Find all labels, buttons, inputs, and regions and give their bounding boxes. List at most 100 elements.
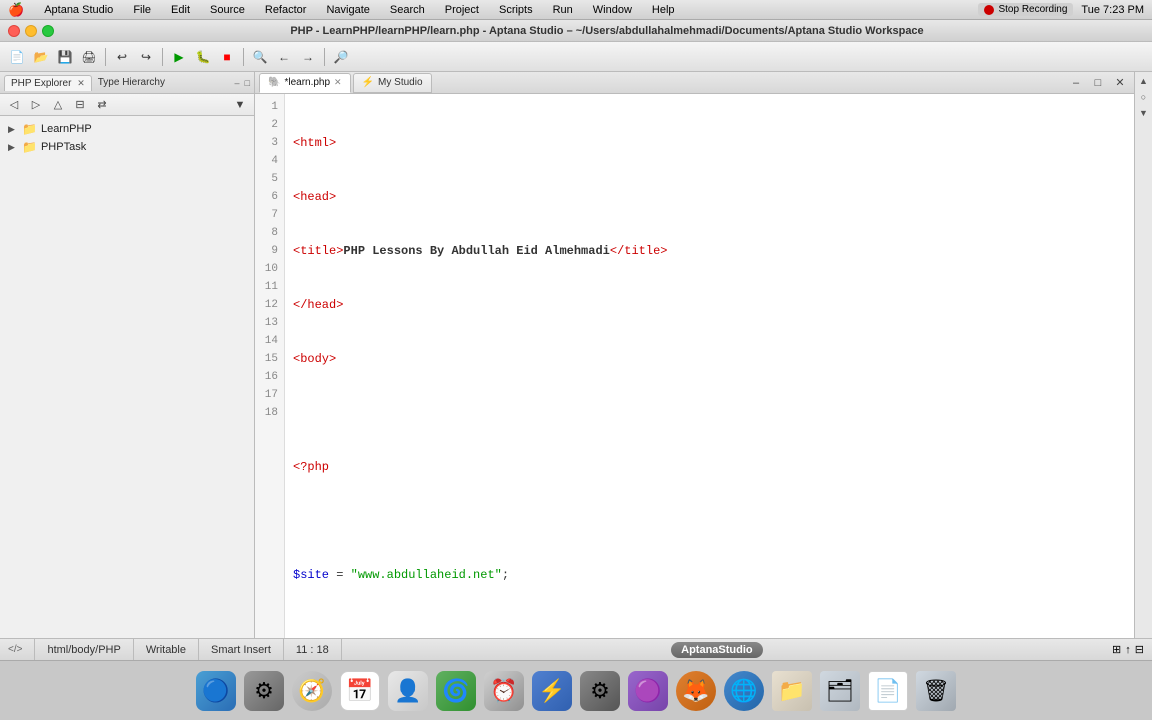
dock-firefox[interactable]: 🦊 (674, 669, 718, 713)
dock-gear-settings[interactable]: ⚙ (578, 669, 622, 713)
back-btn[interactable]: ← (273, 46, 295, 68)
dock-stack[interactable]: 🗂 (818, 669, 862, 713)
status-writable: Writable (134, 639, 199, 660)
code-line-9: $site = "www.abdullaheid.net"; (293, 566, 1126, 584)
tab-type-hierarchy[interactable]: Type Hierarchy (92, 75, 171, 90)
window-controls (0, 25, 62, 37)
dock-files[interactable]: 📁 (770, 669, 814, 713)
tab-learn-php-close[interactable]: ✕ (334, 77, 342, 88)
status-path: html/body/PHP (35, 639, 133, 660)
folder-icon-phptask: 📁 (22, 140, 37, 154)
back-history-btn[interactable]: ◁ (4, 95, 24, 115)
right-panel-btn-2[interactable]: ○ (1137, 92, 1151, 106)
dock-trash[interactable]: 🗑 (914, 669, 958, 713)
menu-search[interactable]: Search (386, 4, 429, 16)
editor-max-btn[interactable]: □ (1088, 73, 1108, 93)
folder-icon-learnphp: 📁 (22, 122, 37, 136)
dock-globe[interactable]: 🌐 (722, 669, 766, 713)
menu-window[interactable]: Window (589, 4, 636, 16)
menu-project[interactable]: Project (441, 4, 483, 16)
stop-recording-btn[interactable]: Stop Recording (978, 3, 1073, 16)
new-dropdown-btn[interactable]: ▼ (230, 95, 250, 115)
fwd-history-btn[interactable]: ▷ (26, 95, 46, 115)
dock-safari-2[interactable]: 🧭 (290, 669, 334, 713)
recording-dot (984, 5, 994, 15)
menu-source[interactable]: Source (206, 4, 249, 16)
sidebar-tabs: PHP Explorer ✕ Type Hierarchy – □ (0, 72, 254, 94)
dock-system-prefs[interactable]: ⚙ (242, 669, 286, 713)
code-content[interactable]: <html> <head> <title>PHP Lessons By Abdu… (285, 94, 1134, 638)
open-btn[interactable]: 📂 (30, 46, 52, 68)
code-editor[interactable]: 12345 678910 1112131415 161718 <html> <h… (255, 94, 1134, 638)
studio-icon: ⚡ (362, 77, 374, 88)
toolbar-sep-1 (105, 48, 106, 66)
tab-my-studio[interactable]: ⚡ My Studio (353, 73, 432, 93)
window-maximize-btn[interactable] (42, 25, 54, 37)
code-line-3: <title>PHP Lessons By Abdullah Eid Almeh… (293, 242, 1126, 260)
tab-learn-php[interactable]: 🐘 *learn.php ✕ (259, 73, 351, 93)
stop-recording-label: Stop Recording (998, 4, 1067, 15)
sidebar-toolbar: ◁ ▷ △ ⊟ ⇄ ▼ (0, 94, 254, 116)
dock-ical[interactable]: 📅 (338, 669, 382, 713)
sidebar-min-btn[interactable]: – (235, 78, 240, 88)
window-close-btn[interactable] (8, 25, 20, 37)
title-bar: PHP - LearnPHP/learnPHP/learn.php - Apta… (0, 20, 1152, 42)
tab-php-explorer[interactable]: PHP Explorer ✕ (4, 75, 92, 91)
toolbar-sep-4 (324, 48, 325, 66)
forward-btn[interactable]: → (297, 46, 319, 68)
code-line-2: <head> (293, 188, 1126, 206)
status-path-icon: </> (8, 639, 35, 660)
undo-btn[interactable]: ↩ (111, 46, 133, 68)
editor-close-btn[interactable]: ✕ (1110, 73, 1130, 93)
save-btn[interactable]: 💾 (54, 46, 76, 68)
php-explorer-close[interactable]: ✕ (77, 78, 85, 88)
stop-btn[interactable]: ■ (216, 46, 238, 68)
right-panel: ▲ ○ ▼ (1134, 72, 1152, 638)
menu-aptana[interactable]: Aptana Studio (40, 4, 117, 16)
sync-btn[interactable]: ⇄ (92, 95, 112, 115)
tab-my-studio-label: My Studio (378, 77, 422, 88)
code-line-7: <?php (293, 458, 1126, 476)
menu-navigate[interactable]: Navigate (322, 4, 373, 16)
print-btn[interactable]: 🖨 (78, 46, 100, 68)
status-icon-1[interactable]: ⊞ (1112, 643, 1121, 656)
redo-btn[interactable]: ↪ (135, 46, 157, 68)
tab-learn-php-label: *learn.php (284, 77, 330, 88)
menu-help[interactable]: Help (648, 4, 679, 16)
window-minimize-btn[interactable] (25, 25, 37, 37)
dock: 🔵 ⚙ 🧭 📅 👤 🌀 ⏰ ⚡ ⚙ 🟣 🦊 🌐 📁 🗂 📄 🗑 (0, 660, 1152, 720)
status-icon-2[interactable]: ↑ (1125, 644, 1131, 656)
right-panel-btn-3[interactable]: ▼ (1137, 108, 1151, 122)
editor-min-btn[interactable]: – (1066, 73, 1086, 93)
code-line-6 (293, 404, 1126, 422)
tree-item-phptask[interactable]: ▶ 📁 PHPTask (0, 138, 254, 156)
sidebar: PHP Explorer ✕ Type Hierarchy – □ ◁ ▷ △ … (0, 72, 255, 638)
sidebar-max-btn[interactable]: □ (245, 78, 250, 88)
right-panel-btn-1[interactable]: ▲ (1137, 76, 1151, 90)
search-btn[interactable]: 🔍 (249, 46, 271, 68)
dock-contacts[interactable]: 👤 (386, 669, 430, 713)
dock-document[interactable]: 📄 (866, 669, 910, 713)
menu-run[interactable]: Run (549, 4, 577, 16)
run-btn[interactable]: ▶ (168, 46, 190, 68)
collapse-btn[interactable]: ⊟ (70, 95, 90, 115)
dock-aptana-studio[interactable]: ⚡ (530, 669, 574, 713)
tree-item-learnphp[interactable]: ▶ 📁 LearnPHP (0, 120, 254, 138)
apple-menu[interactable]: 🍎 (8, 2, 24, 18)
menu-refactor[interactable]: Refactor (261, 4, 311, 16)
dock-time-machine[interactable]: ⏰ (482, 669, 526, 713)
dock-finder[interactable]: 🔵 (194, 669, 238, 713)
debug-btn[interactable]: 🐛 (192, 46, 214, 68)
clock: Tue 7:23 PM (1081, 4, 1144, 16)
menu-file[interactable]: File (129, 4, 155, 16)
menu-scripts[interactable]: Scripts (495, 4, 537, 16)
up-btn[interactable]: △ (48, 95, 68, 115)
zoom-btn[interactable]: 🔎 (330, 46, 352, 68)
dock-purple-app[interactable]: 🟣 (626, 669, 670, 713)
menu-edit[interactable]: Edit (167, 4, 194, 16)
new-file-btn[interactable]: 📄 (6, 46, 28, 68)
dock-back-to-mac[interactable]: 🌀 (434, 669, 478, 713)
status-icon-3[interactable]: ⊟ (1135, 643, 1144, 656)
menu-bar: 🍎 Aptana Studio File Edit Source Refacto… (0, 0, 1152, 20)
tree-label-learnphp: LearnPHP (41, 123, 92, 135)
